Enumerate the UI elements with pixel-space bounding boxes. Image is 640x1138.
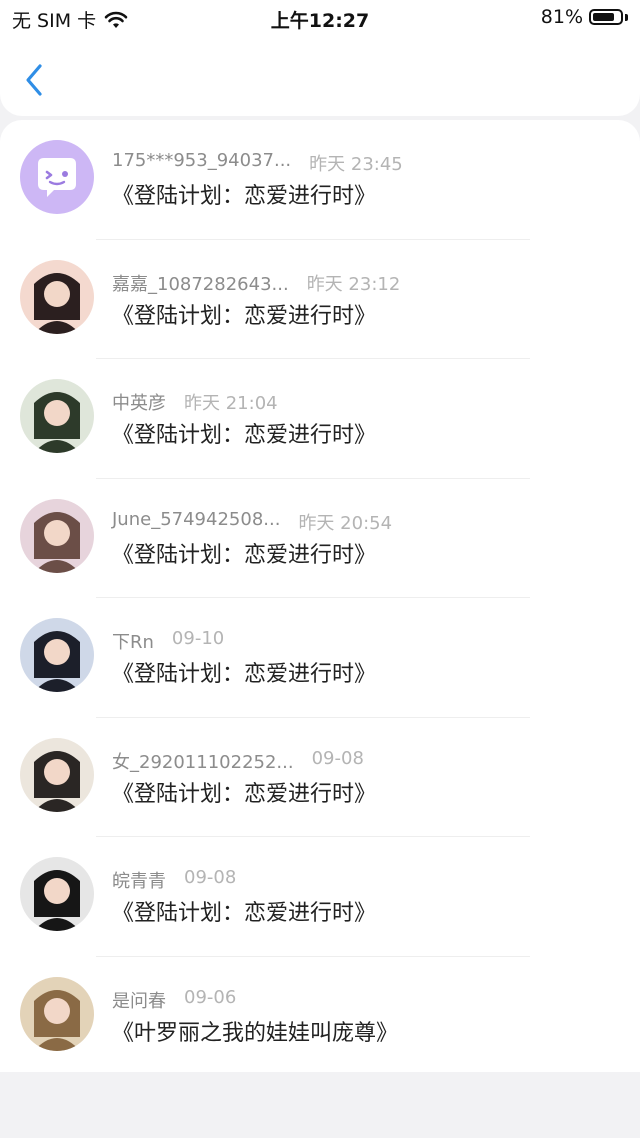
list-item[interactable]: 中英彦 昨天 21:04 《登陆计划：恋爱进行时》 [0,359,640,479]
list-item[interactable]: 175***953_94037... 昨天 23:45 《登陆计划：恋爱进行时》 [0,120,640,240]
book-title: 《登陆计划：恋爱进行时》 [112,662,377,687]
avatar[interactable] [20,140,94,214]
list-item[interactable]: 皖青青 09-08 《登陆计划：恋爱进行时》 [0,837,640,957]
user-photo-icon [33,750,81,812]
conversation-list: 175***953_94037... 昨天 23:45 《登陆计划：恋爱进行时》 嘉嘉… [0,120,640,1072]
avatar[interactable] [20,857,94,931]
book-title: 《登陆计划：恋爱进行时》 [112,901,377,926]
book-title: 《登陆计划：恋爱进行时》 [112,542,377,568]
name-line: 下Rn 09-10 [112,628,225,653]
list-item[interactable]: June_574942508... 昨天 20:54 《登陆计划：恋爱进行时》 [0,479,640,598]
battery-fill [593,13,615,21]
battery-tip [625,13,628,21]
avatar[interactable] [20,976,94,1051]
user-photo-icon [33,870,81,931]
back-button[interactable] [20,62,50,98]
user-name: 是问春 [112,990,166,1012]
book-title: 《登陆计划：恋爱进行时》 [112,184,377,209]
user-name: 皖青青 [112,871,166,892]
avatar[interactable] [20,379,94,453]
user-name: June_574942508... [112,508,281,530]
list-item[interactable]: 下Rn 09-10 《登陆计划：恋爱进行时》 [0,598,640,718]
battery-percent: 81% [540,6,583,28]
avatar[interactable] [20,737,94,812]
user-name: 下Rn [112,632,154,653]
name-line: June_574942508... 昨天 20:54 [112,508,393,534]
avatar[interactable] [20,259,94,334]
avatar[interactable] [20,618,94,692]
name-line: 女_292011102252... 09-08 [112,747,364,773]
user-photo-icon [33,272,81,334]
chevron-left-icon [26,64,42,96]
user-name: 中英彦 [112,393,166,414]
status-bar: 无 SIM 卡 上午12:27 81% [0,0,640,36]
chat-bubble-icon [38,158,76,197]
book-title: 《登陆计划：恋爱进行时》 [112,303,377,329]
name-line: 中英彦 昨天 21:04 [112,389,278,414]
timestamp: 09-06 [184,986,237,1008]
user-photo-icon [33,631,81,692]
list-item[interactable]: 是问春 09-06 《叶罗丽之我的娃娃叫庞尊》 [0,957,640,1077]
book-title: 《叶罗丽之我的娃娃叫庞尊》 [112,1020,399,1046]
timestamp: 昨天 21:04 [184,393,278,414]
avatar[interactable] [20,498,94,573]
user-photo-icon [33,511,81,573]
user-name: 女_292011102252... [112,751,294,773]
list-item[interactable]: 女_292011102252... 09-08 《登陆计划：恋爱进行时》 [0,718,640,837]
timestamp: 09-08 [311,747,364,769]
status-right: 81% [541,6,628,28]
timestamp: 09-08 [184,867,237,888]
name-line: 是问春 09-06 [112,986,237,1012]
book-title: 《登陆计划：恋爱进行时》 [112,781,377,807]
timestamp: 昨天 20:54 [298,512,393,534]
battery-icon [589,9,623,25]
timestamp: 昨天 23:45 [309,154,403,175]
name-line: 皖青青 09-08 [112,867,237,892]
timestamp: 昨天 23:12 [306,273,401,295]
list-item[interactable]: 嘉嘉_1087282643... 昨天 23:12 《登陆计划：恋爱进行时》 [0,240,640,359]
name-line: 嘉嘉_1087282643... 昨天 23:12 [112,270,401,295]
nav-bar [0,36,640,116]
book-title: 《登陆计划：恋爱进行时》 [112,423,377,448]
user-photo-icon [33,989,81,1051]
user-photo-icon [33,392,81,453]
user-name: 嘉嘉_1087282643... [112,273,289,295]
user-name: 175***953_94037... [112,150,292,171]
name-line: 175***953_94037... 昨天 23:45 [112,150,403,175]
timestamp: 09-10 [171,628,225,649]
